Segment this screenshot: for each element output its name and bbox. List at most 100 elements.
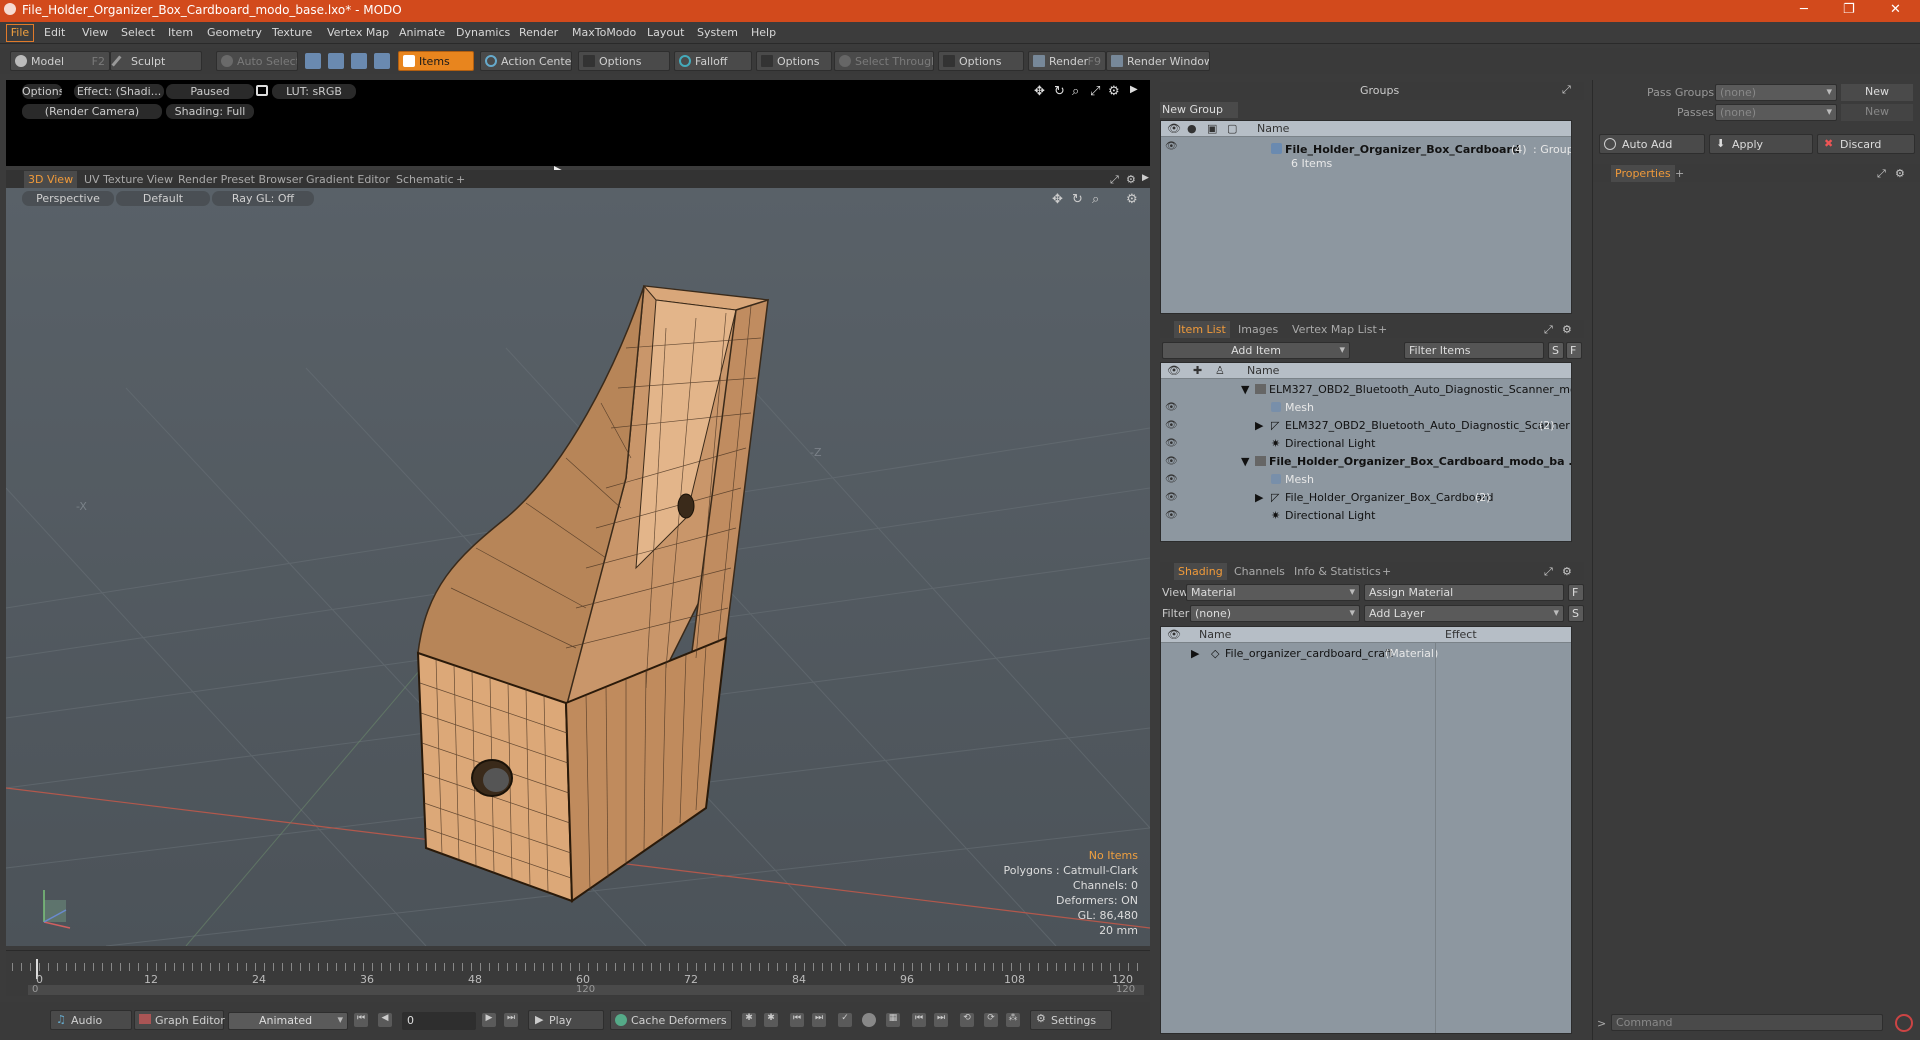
action-center-button[interactable]: Action Center	[480, 51, 572, 71]
menu-item[interactable]: Item	[168, 26, 193, 39]
prev-key-icon[interactable]: ⏮	[790, 1013, 804, 1027]
pan-icon[interactable]: ✥	[1034, 84, 1045, 99]
menu-render[interactable]: Render	[519, 26, 558, 39]
auto-add-button[interactable]: Auto Add	[1599, 134, 1705, 154]
preview-effect-dropdown[interactable]: Effect: (Shadi...	[74, 84, 164, 99]
discard-button[interactable]: ✖ Discard	[1817, 134, 1915, 154]
play-button[interactable]: ▶ Play	[528, 1010, 604, 1030]
range-bar[interactable]: 0 120 120	[28, 984, 1144, 995]
shading-f-button[interactable]: F	[1568, 584, 1584, 601]
select-polygons-icon[interactable]	[351, 53, 367, 69]
tab-gradient-editor[interactable]: Gradient Editor	[306, 173, 390, 186]
eye-icon[interactable]: 👁	[1167, 628, 1181, 641]
falloff-options-button[interactable]: Options	[756, 51, 832, 71]
menu-system[interactable]: System	[697, 26, 738, 39]
next-key-icon[interactable]: ⏭	[812, 1013, 826, 1027]
preview-options-button[interactable]: Options	[22, 84, 62, 99]
tab-vertex-map-list[interactable]: Vertex Map List	[1292, 323, 1377, 336]
rotate-icon[interactable]: ↻	[1072, 192, 1083, 207]
cache-deformers-button[interactable]: Cache Deformers	[610, 1010, 732, 1030]
material-row[interactable]: ▶ ◇ File_organizer_cardboard_craft (Mate…	[1161, 645, 1571, 663]
visibility-icon[interactable]: 👁	[1165, 438, 1179, 449]
visibility-icon[interactable]: 👁	[1165, 420, 1179, 431]
maximize-icon[interactable]: ⤢	[1110, 173, 1119, 187]
file-holder-model[interactable]	[416, 285, 769, 903]
preview-camera-dropdown[interactable]: (Render Camera)	[22, 104, 162, 119]
menu-file[interactable]: File	[6, 24, 34, 42]
skip-end-icon[interactable]: ⏭	[504, 1013, 518, 1027]
render-column-icon[interactable]: ●	[1187, 122, 1197, 135]
gear-icon[interactable]: ⚙	[1895, 167, 1905, 180]
model-button[interactable]: Model F2	[10, 51, 110, 71]
group-row[interactable]: 👁 File_Holder_Organizer_Box_Cardboard (4…	[1161, 141, 1571, 159]
action-center-options-button[interactable]: Options	[578, 51, 670, 71]
audio-button[interactable]: ♫ Audio	[50, 1010, 132, 1030]
sculpt-button[interactable]: Sculpt	[110, 51, 202, 71]
expand-arrow-icon[interactable]: ▶	[1130, 84, 1138, 95]
visibility-icon[interactable]: 👁	[1165, 474, 1179, 485]
list-item[interactable]: 👁 Mesh	[1161, 471, 1571, 489]
expand-icon[interactable]: ▼	[1241, 383, 1249, 396]
filter-s-button[interactable]: S	[1548, 342, 1564, 359]
list-item[interactable]: 👁 ▶ ◸ ELM327_OBD2_Bluetooth_Auto_Diagnostic…	[1161, 417, 1571, 435]
auto-key-icon[interactable]: ✱	[764, 1013, 778, 1027]
add-tab-button[interactable]: +	[456, 173, 465, 186]
settings-button[interactable]: ⚙ Settings	[1030, 1010, 1112, 1030]
loop-icon[interactable]: ⟲	[960, 1013, 974, 1027]
snap-icon[interactable]: ⁂	[1006, 1013, 1020, 1027]
select-vertices-icon[interactable]	[305, 53, 321, 69]
step-forward-icon[interactable]: ▶	[482, 1013, 496, 1027]
menu-animate[interactable]: Animate	[399, 26, 445, 39]
maximize-icon[interactable]: ⤢	[1544, 565, 1553, 579]
tab-uv-texture-view[interactable]: UV Texture View	[84, 173, 173, 186]
render-button[interactable]: Render F9	[1028, 51, 1106, 71]
passes-dropdown[interactable]: (none) ▾	[1715, 104, 1837, 121]
eye-icon[interactable]: 👁	[1167, 364, 1181, 377]
groups-list[interactable]: 👁 ● ▣ ▢ Name 👁 File_Holder_Organizer_Box…	[1160, 120, 1572, 314]
add-tab-button[interactable]: +	[1382, 565, 1391, 578]
add-tab-button[interactable]: +	[1675, 167, 1684, 180]
zoom-icon[interactable]: ⌕	[1092, 192, 1099, 207]
visibility-icon[interactable]: 👁	[1165, 492, 1179, 503]
tab-channels[interactable]: Channels	[1234, 565, 1285, 578]
add-layer-dropdown[interactable]: Add Layer ▾	[1364, 605, 1564, 622]
new-pass-group-button[interactable]: New	[1841, 84, 1913, 101]
gear-icon[interactable]: ⚙	[1562, 323, 1572, 336]
filter-dropdown[interactable]: (none) ▾	[1190, 605, 1360, 622]
view-dropdown[interactable]: Material ▾	[1186, 584, 1360, 601]
skip-prev-key-icon[interactable]: ⏮	[912, 1013, 926, 1027]
add-tab-button[interactable]: +	[1378, 323, 1387, 336]
tab-images[interactable]: Images	[1238, 323, 1278, 336]
key-filter-icon[interactable]: ▦	[886, 1013, 900, 1027]
gear-icon[interactable]: ⚙	[1108, 84, 1120, 99]
expand-icon[interactable]: ▶	[1255, 491, 1263, 504]
maximize-icon[interactable]: ⤢	[1562, 83, 1571, 97]
auto-select-button[interactable]: Auto Select	[216, 51, 298, 71]
maximize-icon[interactable]: ⤢	[1877, 167, 1886, 181]
rotate-icon[interactable]: ↻	[1054, 84, 1065, 99]
sync-icon[interactable]: ⟳	[984, 1013, 998, 1027]
timeline[interactable]: 0 12 24 36 48 60 72 84 96 108 120 0 120 …	[6, 950, 1150, 996]
menu-help[interactable]: Help	[751, 26, 776, 39]
list-item[interactable]: ▼ ELM327_OBD2_Bluetooth_Auto_Diagnostic_S…	[1161, 381, 1571, 399]
visibility-icon[interactable]: 👁	[1165, 402, 1179, 413]
expand-arrow-icon[interactable]: ▶	[1142, 173, 1149, 183]
list-item[interactable]: 👁 ▶ ◸ File_Holder_Organizer_Box_Cardboard (2…	[1161, 489, 1571, 507]
menu-edit[interactable]: Edit	[44, 26, 65, 39]
animated-dropdown[interactable]: Animated ▾	[228, 1012, 348, 1030]
select-through-button[interactable]: Select Through	[834, 51, 934, 71]
item-list[interactable]: 👁 ✚ ♙ Name ▼ ELM327_OBD2_Bluetooth_Auto_D…	[1160, 362, 1572, 542]
menu-texture[interactable]: Texture	[272, 26, 312, 39]
render-column-icon[interactable]: ♙	[1215, 364, 1225, 377]
raygl-toggle[interactable]: Ray GL: Off	[212, 191, 314, 206]
expand-icon[interactable]: ▶	[1255, 419, 1263, 432]
filter-items-input[interactable]: Filter Items	[1404, 342, 1544, 359]
perspective-dropdown[interactable]: Perspective	[22, 191, 114, 206]
shader-tree[interactable]: 👁 Name Effect ▶ ◇ File_organizer_cardboa…	[1160, 626, 1572, 1034]
shading-s-button[interactable]: S	[1568, 605, 1584, 622]
select-through-options-button[interactable]: Options	[938, 51, 1024, 71]
list-item[interactable]: 👁 ▼ File_Holder_Organizer_Box_Cardboard_mo…	[1161, 453, 1571, 471]
lock-column-icon[interactable]: ✚	[1193, 364, 1202, 377]
close-icon[interactable]: ✕	[1890, 2, 1901, 17]
new-pass-button[interactable]: New	[1841, 104, 1913, 121]
